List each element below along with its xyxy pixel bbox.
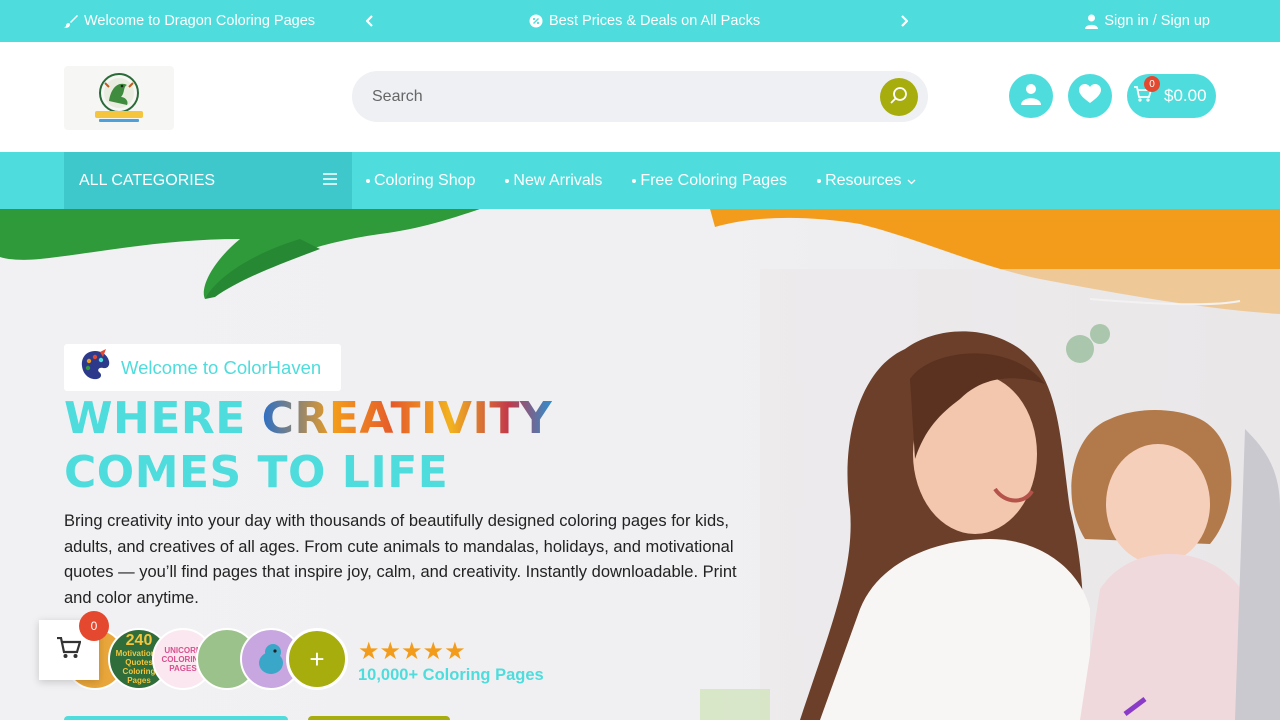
user-icon (1085, 14, 1099, 29)
secondary-cta-button[interactable] (308, 716, 450, 720)
dragon-logo-image (95, 73, 143, 122)
heart-icon (1079, 83, 1101, 109)
plus-icon: + (309, 643, 325, 674)
chevron-right-icon[interactable] (900, 0, 908, 42)
wishlist-button[interactable] (1068, 74, 1112, 118)
headline-highlight: CREATIVITY (261, 393, 553, 444)
all-categories-label: ALL CATEGORIES (79, 171, 216, 189)
headline-part1: WHERE (64, 393, 262, 444)
search-input[interactable] (372, 71, 852, 122)
search-bar (352, 71, 928, 122)
hero-section: Welcome to ColorHaven WHERE CREATIVITY C… (0, 209, 1280, 720)
search-icon (890, 86, 908, 109)
welcome-badge: Welcome to ColorHaven (64, 344, 341, 391)
nav-link-resources[interactable]: Resources (817, 172, 916, 190)
palette-icon (80, 349, 110, 386)
header-cart-button[interactable]: 0 $0.00 (1127, 74, 1216, 118)
welcome-badge-text: Welcome to ColorHaven (121, 356, 322, 378)
nav-link-coloring-shop[interactable]: Coloring Shop (366, 172, 475, 190)
site-logo[interactable] (64, 66, 174, 130)
all-categories-button[interactable]: ALL CATEGORIES (64, 152, 352, 209)
product-thumbnails: 240 Motivational Quotes Coloring Pages UN… (64, 628, 364, 690)
dragon-thumbnail-icon (259, 644, 283, 674)
top-announcement-bar: Welcome to Dragon Coloring Pages Best Pr… (0, 0, 1280, 42)
search-button[interactable] (880, 78, 918, 116)
cart-icon (57, 636, 82, 664)
discount-icon (529, 14, 543, 28)
chevron-left-icon[interactable] (366, 0, 374, 42)
hero-headline: WHERE CREATIVITY COMES TO LIFE (64, 392, 552, 500)
nav-link-new-arrivals[interactable]: New Arrivals (505, 172, 602, 190)
main-navigation: ALL CATEGORIES Coloring Shop New Arrival… (0, 152, 1280, 209)
deal-text: Best Prices & Deals on All Packs (549, 13, 761, 29)
headline-line2: COMES TO LIFE (64, 447, 449, 498)
welcome-text: Welcome to Dragon Coloring Pages (84, 13, 316, 29)
brush-icon (64, 14, 78, 28)
primary-cta-button[interactable] (64, 716, 288, 720)
user-icon (1021, 83, 1041, 110)
menu-icon (323, 172, 337, 191)
site-header: 0 $0.00 (0, 42, 1280, 152)
hero-description: Bring creativity into your day with thou… (64, 512, 737, 608)
plus-button[interactable]: + (286, 628, 348, 690)
rating-stars: ★★★★★ (358, 638, 466, 665)
pages-count: 10,000+ Coloring Pages (358, 666, 544, 684)
nav-links: Coloring Shop New Arrivals Free Coloring… (366, 152, 946, 209)
signin-text: Sign in / Sign up (1104, 13, 1210, 29)
chevron-down-icon (907, 172, 916, 190)
deal-message: Best Prices & Deals on All Packs (529, 0, 760, 42)
signin-link[interactable]: Sign in / Sign up (1085, 0, 1210, 42)
nav-link-free-coloring-pages[interactable]: Free Coloring Pages (632, 172, 787, 190)
cart-total: $0.00 (1164, 86, 1207, 105)
cart-count-badge: 0 (1144, 76, 1160, 92)
welcome-message: Welcome to Dragon Coloring Pages (64, 0, 315, 42)
floating-cart-count-badge: 0 (79, 611, 109, 641)
account-button[interactable] (1009, 74, 1053, 118)
